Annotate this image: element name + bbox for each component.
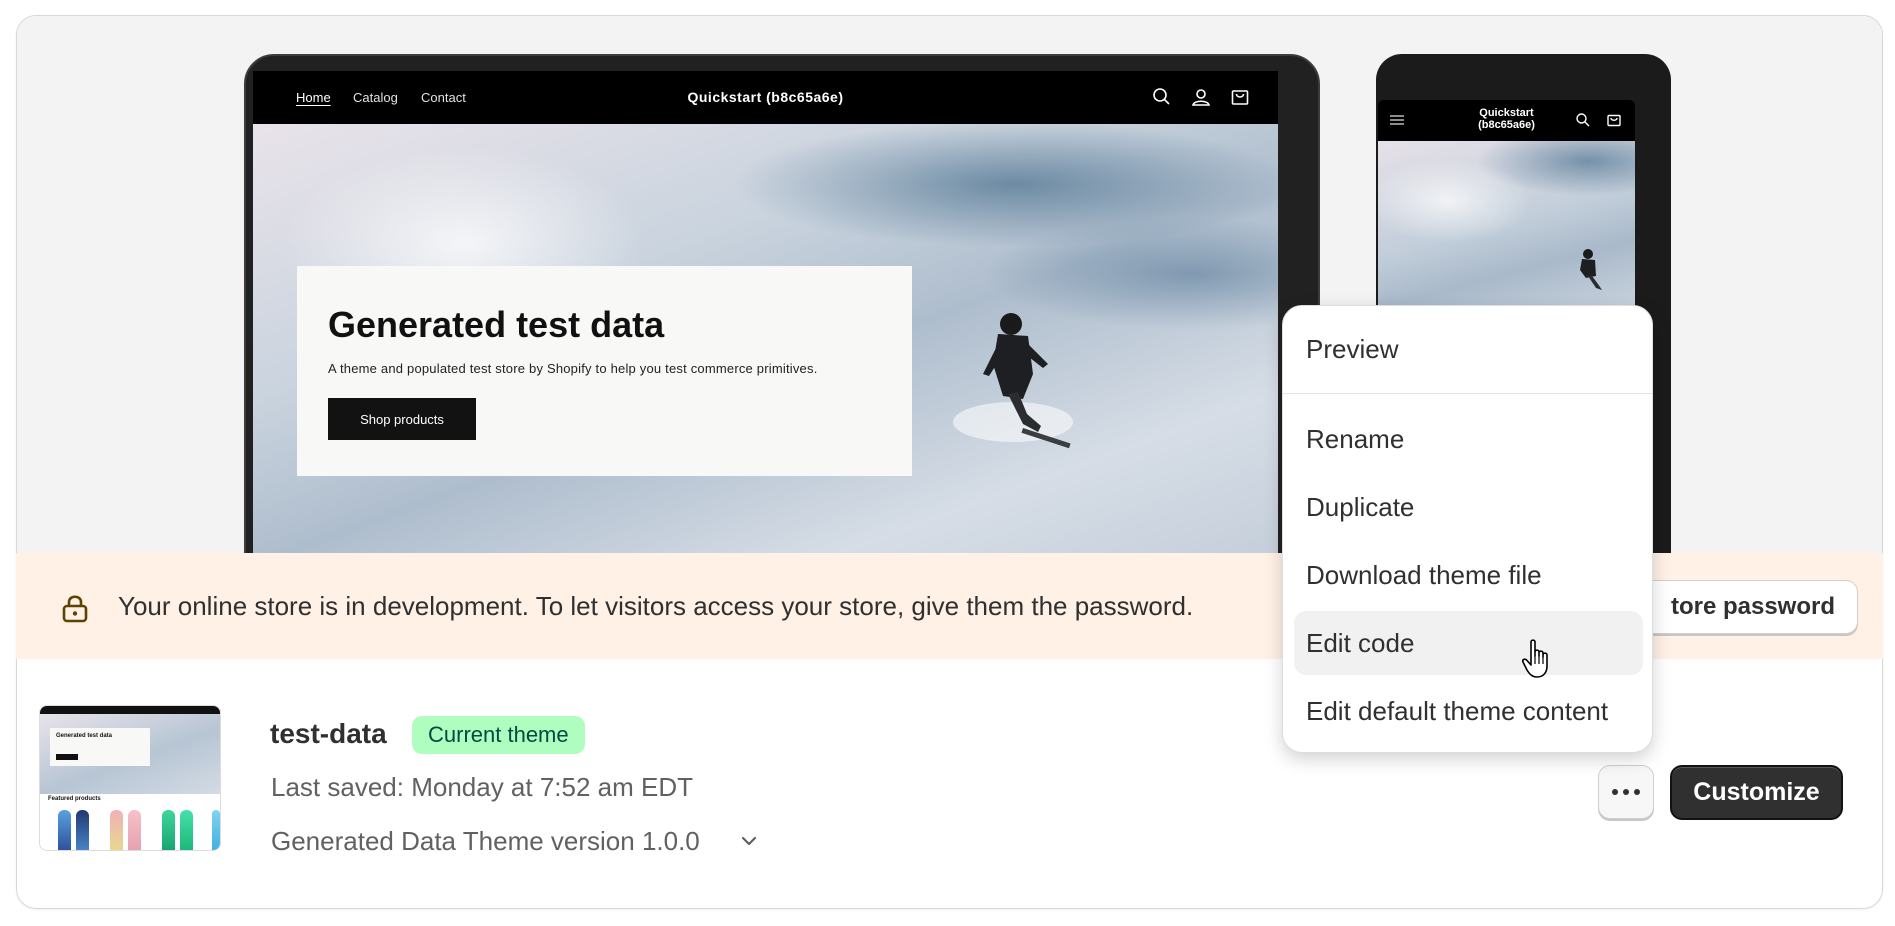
- product-board: [58, 810, 71, 850]
- theme-actions-menu: Preview Rename Duplicate Download theme …: [1282, 305, 1653, 753]
- hero-content-box: Generated test data A theme and populate…: [297, 266, 912, 476]
- hero-subtitle: A theme and populated test store by Shop…: [328, 361, 818, 376]
- hand-pointer-cursor-icon: [1520, 638, 1556, 680]
- customize-button[interactable]: Customize: [1670, 765, 1843, 820]
- product-board: [162, 810, 175, 850]
- product-board: [128, 810, 141, 850]
- last-saved-text: Last saved: Monday at 7:52 am EDT: [271, 772, 693, 802]
- thumbnail-featured-label: Featured products: [48, 796, 101, 802]
- menu-item-edit-code[interactable]: Edit code: [1294, 611, 1643, 675]
- mobile-hero-image: [1378, 141, 1635, 330]
- chevron-down-icon[interactable]: [737, 829, 761, 853]
- product-board: [76, 810, 89, 850]
- menu-item-rename[interactable]: Rename: [1294, 407, 1643, 471]
- menu-divider: [1283, 393, 1652, 394]
- theme-name: test-data: [270, 718, 387, 749]
- product-board: [110, 810, 123, 850]
- menu-item-edit-default-theme-content[interactable]: Edit default theme content: [1294, 679, 1643, 743]
- desktop-store-title: Quickstart (b8c65a6e): [687, 89, 844, 105]
- thumbnail-hero-box: Generated test data: [50, 728, 150, 766]
- search-icon: [1574, 111, 1592, 129]
- mobile-store-title-line2: (b8c65a6e): [1478, 119, 1535, 131]
- thumbnail-nav: [40, 706, 220, 714]
- menu-item-duplicate[interactable]: Duplicate: [1294, 475, 1643, 539]
- theme-version-text[interactable]: Generated Data Theme version 1.0.0: [271, 826, 700, 857]
- more-horizontal-icon: [1611, 783, 1641, 801]
- theme-thumbnail[interactable]: Generated test data Featured products: [39, 705, 221, 851]
- banner-text: Your online store is in development. To …: [118, 591, 1194, 621]
- mobile-store-nav: Quickstart (b8c65a6e): [1378, 100, 1635, 141]
- shop-products-button: Shop products: [328, 398, 476, 440]
- mobile-store-title: Quickstart (b8c65a6e): [1438, 107, 1575, 131]
- menu-item-download-theme-file[interactable]: Download theme file: [1294, 543, 1643, 607]
- menu-icon: [1388, 111, 1406, 129]
- desktop-store-nav: Home Catalog Contact Quickstart (b8c65a6…: [253, 71, 1278, 124]
- account-icon: [1189, 85, 1213, 109]
- desktop-hero-image: Generated test data A theme and populate…: [253, 124, 1278, 553]
- snowboarder-figure: [1580, 249, 1602, 290]
- cart-icon: [1228, 85, 1252, 109]
- menu-item-preview[interactable]: Preview: [1294, 317, 1643, 381]
- mobile-store-title-line1: Quickstart: [1479, 107, 1534, 119]
- search-icon: [1150, 85, 1174, 109]
- cart-icon: [1605, 111, 1623, 129]
- product-board: [180, 810, 193, 850]
- current-theme-badge: Current theme: [412, 716, 585, 754]
- thumbnail-hero-title: Generated test data: [56, 733, 113, 739]
- snowboarder-figure: [953, 313, 1073, 449]
- more-actions-button[interactable]: [1598, 765, 1654, 819]
- mobile-preview-screen: Quickstart (b8c65a6e): [1378, 100, 1635, 330]
- product-board: [212, 810, 220, 850]
- lock-icon: [61, 593, 89, 623]
- desktop-preview-screen: Home Catalog Contact Quickstart (b8c65a6…: [253, 71, 1278, 553]
- hero-title: Generated test data: [328, 304, 665, 345]
- thumbnail-hero-button: [56, 754, 78, 760]
